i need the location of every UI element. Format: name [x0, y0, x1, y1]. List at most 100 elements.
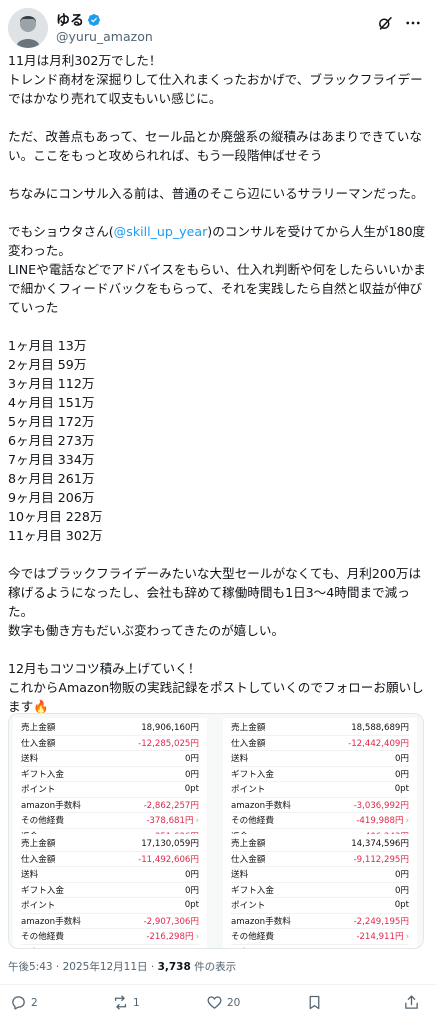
more-icon[interactable]: [404, 14, 422, 32]
report-row-value-wrap: 0円: [395, 768, 409, 780]
report-row-label: amazon手数料: [21, 800, 81, 811]
avatar-image: [8, 8, 48, 48]
report-row-value: 0円: [394, 885, 409, 896]
report-row-value: -2,249,195円: [353, 916, 409, 927]
report-row: amazon手数料 -3,036,992円: [231, 798, 409, 813]
report-row-label: 返金: [231, 946, 248, 949]
report-row-label: ポイント: [21, 785, 56, 796]
report-row-value-wrap: 0円: [395, 752, 409, 764]
action-bar: 2 1 20: [8, 994, 428, 1016]
repost-count: 1: [133, 996, 140, 1009]
report-row-value-wrap: 0pt: [395, 900, 409, 910]
report-row-value: 0pt: [184, 900, 199, 911]
report-row-label: 送料: [21, 870, 39, 881]
report-row-value-wrap: -378,681円 ›: [146, 814, 199, 826]
chevron-right-icon: ›: [405, 932, 409, 943]
report-row: その他経費 -216,298円 ›: [21, 929, 199, 945]
repost-button[interactable]: 1: [112, 994, 140, 1011]
report-row: 送料 0円: [231, 751, 409, 767]
report-row-label: その他経費: [21, 816, 64, 827]
report-row-value: 18,906,160円: [141, 723, 199, 734]
report-row-value-wrap: 18,588,689円: [351, 721, 409, 733]
views-label: 件の表示: [190, 961, 237, 973]
bookmark-icon: [309, 995, 320, 1010]
report-row-value: -452,084円: [152, 948, 199, 949]
report-row-value-wrap: -3,036,992円: [354, 799, 409, 811]
user-handle[interactable]: @yuru_amazon: [56, 29, 153, 44]
report-row: 仕入金額 -12,285,025円: [21, 736, 199, 751]
report-row-label: amazon手数料: [231, 916, 291, 927]
report-row-value: 0円: [394, 870, 409, 881]
avatar[interactable]: [8, 8, 48, 48]
report-row-value-wrap: 0円: [185, 768, 199, 780]
report-row-value: 0円: [394, 754, 409, 765]
sales-report-image-3[interactable]: 売上金額 17,130,059円 仕入金額 -11,492,606円 送料 0円 ギフト入金…: [13, 834, 207, 949]
report-row-label: 仕入金額: [231, 854, 266, 865]
report-row-label: ポイント: [231, 785, 266, 796]
report-row: 売上金額 18,588,689円: [231, 720, 409, 736]
report-row-value-wrap: -216,298円 ›: [146, 930, 199, 942]
report-row: 返金 -452,084円: [21, 945, 199, 949]
report-row-label: ギフト入金: [231, 885, 274, 896]
report-row: その他経費 -214,911円 ›: [231, 929, 409, 945]
report-row-value-wrap: 14,374,596円: [351, 837, 409, 849]
report-row-value: 0円: [184, 870, 199, 881]
report-row-value: -12,442,409円: [348, 738, 409, 749]
report-row-value: 0円: [184, 754, 199, 765]
bookmark-button[interactable]: [306, 994, 323, 1011]
report-row-value-wrap: 18,906,160円: [141, 721, 199, 733]
report-row-value-wrap: 0pt: [185, 784, 199, 794]
report-row: amazon手数料 -2,862,257円: [21, 798, 199, 813]
report-row-value-wrap: 0円: [185, 752, 199, 764]
report-row-value: -2,862,257円: [143, 800, 199, 811]
report-row: amazon手数料 -2,907,306円: [21, 914, 199, 929]
sales-report-image-4[interactable]: 売上金額 14,374,596円 仕入金額 -9,112,295円 送料 0円 ギフト入金 0…: [223, 834, 417, 949]
share-button[interactable]: [403, 994, 420, 1011]
report-row-label: ギフト入金: [231, 769, 274, 780]
report-row-value: -9,112,295円: [353, 854, 409, 865]
like-button[interactable]: 20: [206, 994, 240, 1011]
tweet-text-part-2: )のコンサルを受けてから人生が180度変わった。 LINEや電話などでアドバイス…: [8, 224, 426, 714]
display-name[interactable]: ゆる: [56, 10, 84, 30]
report-row-label: その他経費: [21, 932, 64, 943]
verified-badge-icon: [87, 13, 101, 27]
image-grid[interactable]: 売上金額 18,906,160円 仕入金額 -12,285,025円 送料 0円 ギフト入金…: [8, 713, 424, 949]
report-row-label: ポイント: [231, 901, 266, 912]
sales-report-image-2[interactable]: 売上金額 18,588,689円 仕入金額 -12,442,409円 送料 0円 ギフト入金…: [223, 718, 417, 846]
report-row: ポイント 0pt: [231, 898, 409, 914]
chevron-right-icon: ›: [405, 816, 409, 827]
report-row-label: その他経費: [231, 816, 274, 827]
report-row: 仕入金額 -11,492,606円: [21, 852, 199, 867]
reply-button[interactable]: 2: [10, 994, 38, 1011]
tweet-header: ゆる @yuru_amazon: [8, 8, 428, 48]
report-row-label: amazon手数料: [231, 800, 291, 811]
tweet-text-part-1: 11月は月利302万でした！ トレンド商材を深掘りして仕入れまくったおかげで、ブ…: [8, 53, 424, 239]
report-row-label: 売上金額: [231, 839, 266, 850]
report-row-value: -2,907,306円: [143, 916, 199, 927]
report-row-value: -12,285,025円: [138, 738, 199, 749]
report-row-label: 返金: [21, 946, 38, 949]
report-row-label: 送料: [231, 870, 249, 881]
timestamp[interactable]: 午後5:43 · 2025年12月11日 ·: [8, 961, 158, 973]
reply-icon: [12, 996, 25, 1010]
report-row-value: 18,588,689円: [351, 723, 409, 734]
report-row-value: -419,988円: [356, 816, 404, 827]
report-row: 仕入金額 -12,442,409円: [231, 736, 409, 751]
report-row-value: -187,339円: [362, 948, 409, 949]
report-row-value: -216,298円: [146, 932, 194, 943]
report-row-value: -378,681円: [146, 816, 194, 827]
report-row: その他経費 -378,681円 ›: [21, 813, 199, 829]
grok-icon[interactable]: [376, 14, 394, 32]
report-row: ギフト入金 0円: [231, 767, 409, 782]
mention-link[interactable]: @skill_up_year: [114, 224, 208, 239]
report-row: その他経費 -419,988円 ›: [231, 813, 409, 829]
report-row-label: その他経費: [231, 932, 274, 943]
report-row-value: -214,911円: [356, 932, 404, 943]
report-row-value: -3,036,992円: [353, 800, 409, 811]
report-row-value: 14,374,596円: [351, 839, 409, 850]
report-row: 売上金額 17,130,059円: [21, 836, 199, 852]
share-icon: [405, 995, 418, 1009]
sales-report-image-1[interactable]: 売上金額 18,906,160円 仕入金額 -12,285,025円 送料 0円 ギフト入金…: [13, 718, 207, 846]
report-row-label: 仕入金額: [21, 738, 56, 749]
report-row-value-wrap: -12,442,409円: [348, 737, 409, 749]
